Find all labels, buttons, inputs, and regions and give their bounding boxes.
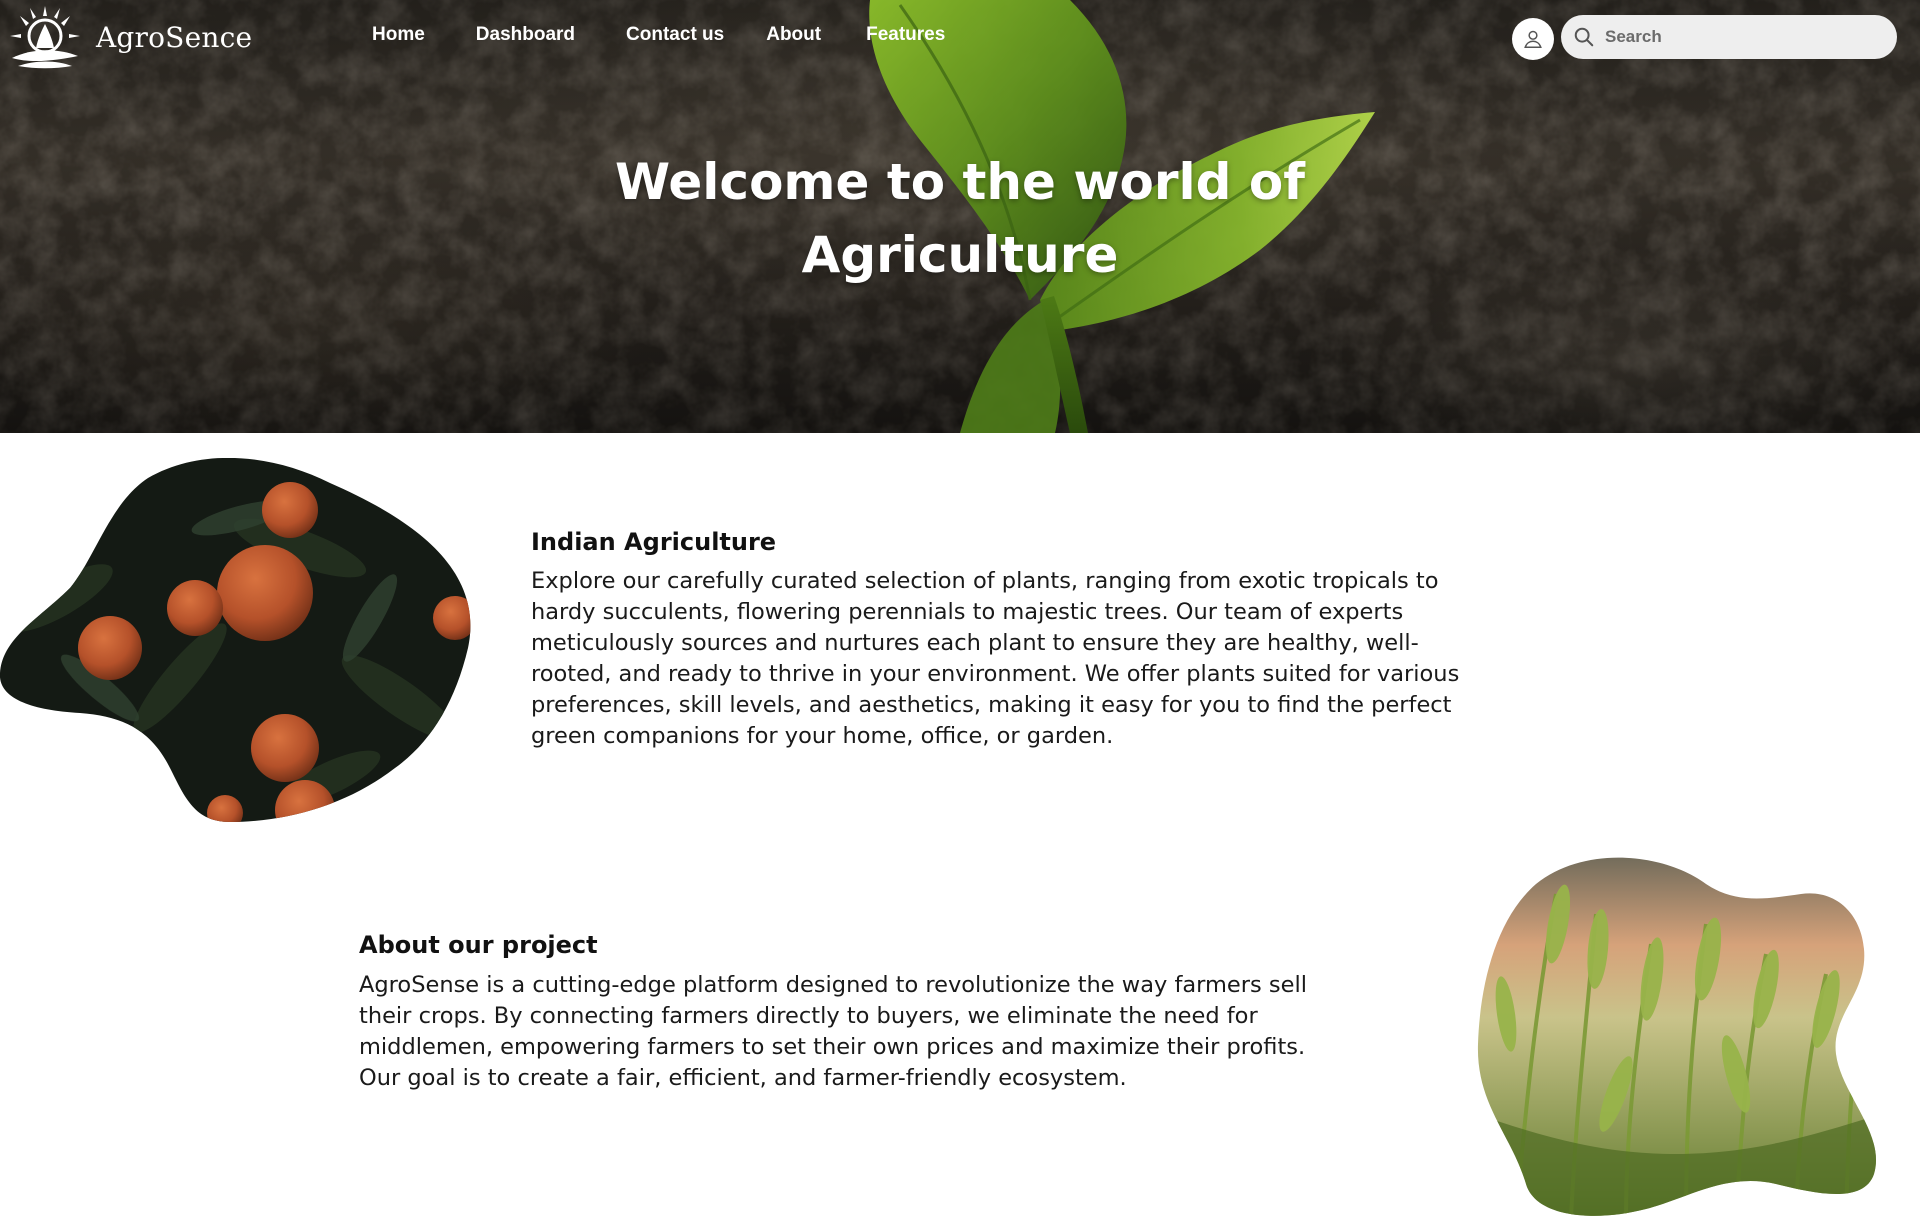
nav-features-link[interactable]: Features [866, 24, 945, 46]
search-input[interactable] [1603, 26, 1883, 48]
top-navbar: AgroSence Home Dashboard Contact us Abou… [0, 0, 1920, 75]
nav-home-link[interactable]: Home [372, 24, 425, 46]
hero-title-line1: Welcome to the world of [615, 153, 1305, 211]
search-bar[interactable] [1561, 15, 1897, 59]
search-icon [1574, 27, 1594, 47]
section-title-indian-agriculture: Indian Agriculture [531, 528, 777, 556]
nav-contact-link[interactable]: Contact us [626, 24, 724, 46]
oranges-blob-image [0, 458, 471, 823]
hero-title-line2: Agriculture [801, 226, 1119, 284]
nav-about-link[interactable]: About [766, 24, 821, 46]
hero-banner: AgroSence Home Dashboard Contact us Abou… [0, 0, 1920, 433]
section-title-about-project: About our project [359, 931, 598, 959]
hero-title: Welcome to the world of Agriculture [560, 146, 1360, 292]
section-text-indian-agriculture: Explore our carefully curated selection … [531, 568, 1460, 749]
user-icon [1524, 30, 1542, 48]
user-avatar-button[interactable] [1512, 18, 1554, 60]
brand[interactable]: AgroSence [6, 2, 252, 72]
section-text-about-project: AgroSense is a cutting-edge platform des… [359, 972, 1307, 1091]
sun-wheat-logo-icon [10, 6, 80, 69]
nav-links: Home Dashboard Contact us About Features [372, 24, 996, 46]
nav-dashboard-link[interactable]: Dashboard [476, 24, 575, 46]
wheat-blob-image [1477, 857, 1877, 1216]
brand-name: AgroSence [96, 20, 253, 54]
